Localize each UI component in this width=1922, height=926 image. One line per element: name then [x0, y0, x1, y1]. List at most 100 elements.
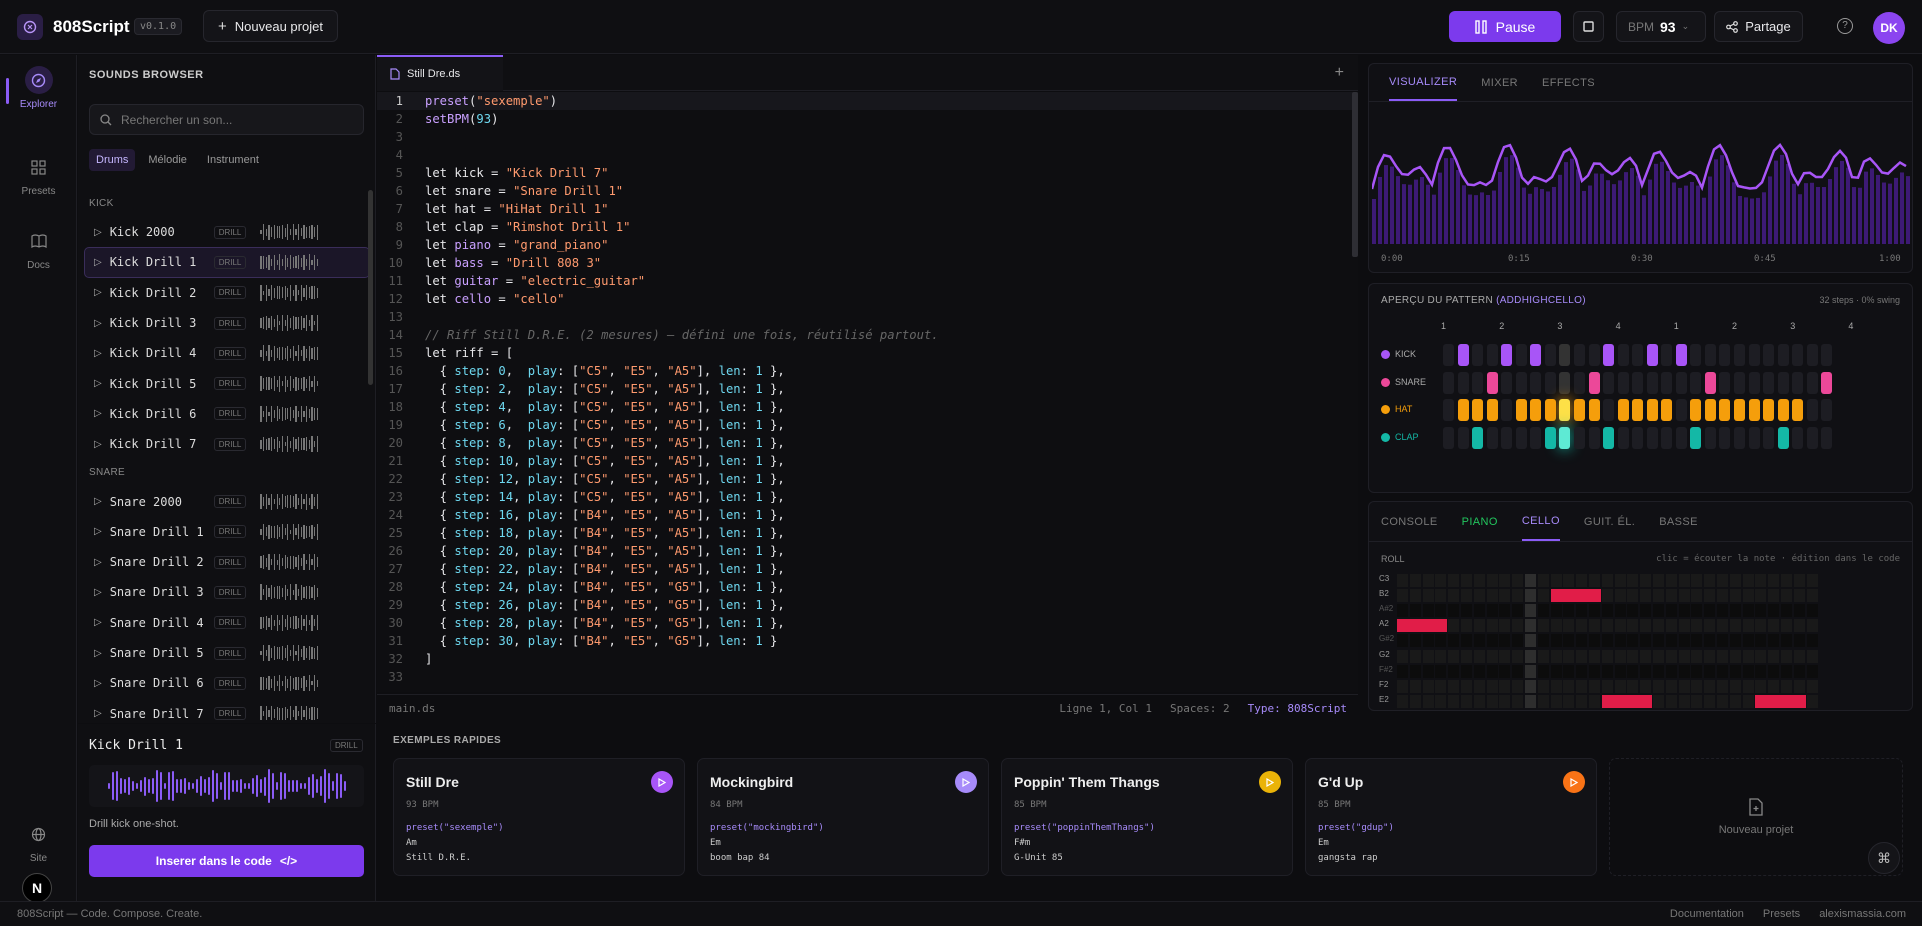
roll-cell[interactable]	[1461, 709, 1472, 710]
pattern-step[interactable]	[1719, 427, 1731, 449]
roll-cell[interactable]	[1614, 574, 1626, 587]
tab-instrument[interactable]: Instrument	[200, 149, 266, 171]
roll-cell[interactable]	[1589, 634, 1600, 648]
pattern-step[interactable]	[1544, 399, 1556, 421]
roll-cell[interactable]	[1627, 709, 1639, 710]
roll-cell[interactable]	[1563, 619, 1575, 633]
roll-cell[interactable]	[1729, 649, 1741, 663]
roll-cell[interactable]	[1409, 574, 1421, 587]
pattern-step[interactable]	[1704, 344, 1716, 366]
roll-cell[interactable]	[1717, 649, 1728, 663]
roll-cell[interactable]	[1499, 709, 1511, 710]
roll-cell[interactable]	[1589, 604, 1600, 618]
roll-cell[interactable]	[1448, 649, 1460, 663]
pattern-step[interactable]	[1472, 344, 1484, 366]
roll-cell[interactable]	[1448, 664, 1460, 678]
roll-cell[interactable]	[1473, 604, 1485, 618]
roll-cell[interactable]	[1537, 634, 1549, 648]
sound-item[interactable]: ▷ Snare Drill 3 DRILL	[84, 577, 370, 607]
roll-cell[interactable]	[1653, 709, 1664, 710]
pattern-step[interactable]	[1443, 399, 1454, 421]
play-icon[interactable]: ▷	[94, 678, 102, 689]
pattern-step[interactable]	[1559, 344, 1571, 366]
roll-cell[interactable]	[1576, 709, 1588, 710]
code-line[interactable]: 26 { step: 20, play: ["B4", "E5", "A5"],…	[377, 542, 1358, 560]
roll-cell[interactable]	[1665, 649, 1677, 663]
piano-key[interactable]: F#2	[1379, 665, 1393, 674]
roll-cell[interactable]	[1627, 619, 1639, 633]
sound-item[interactable]: ▷ Snare Drill 5 DRILL	[84, 638, 370, 668]
roll-cell[interactable]	[1691, 709, 1703, 710]
roll-cell[interactable]	[1563, 694, 1575, 708]
play-icon[interactable]: ▷	[94, 439, 102, 450]
roll-cell[interactable]	[1576, 664, 1588, 678]
roll-cell[interactable]	[1409, 709, 1421, 710]
roll-cell[interactable]	[1729, 634, 1741, 648]
code-line[interactable]: 21 { step: 10, play: ["C5", "E5", "A5"],…	[377, 452, 1358, 470]
roll-cell[interactable]	[1525, 634, 1536, 648]
roll-cell[interactable]	[1601, 589, 1613, 603]
tab-guitar[interactable]: GUIT. ÉL.	[1584, 516, 1635, 528]
roll-cell[interactable]	[1409, 634, 1421, 648]
pattern-step[interactable]	[1588, 399, 1600, 421]
roll-cell[interactable]	[1717, 709, 1728, 710]
app-logo-icon[interactable]	[17, 14, 43, 40]
roll-cell[interactable]	[1665, 709, 1677, 710]
roll-cell[interactable]	[1678, 604, 1690, 618]
roll-cell[interactable]	[1473, 679, 1485, 693]
roll-cell[interactable]	[1653, 679, 1664, 693]
pattern-step[interactable]	[1486, 372, 1498, 394]
roll-cell[interactable]	[1729, 589, 1741, 603]
pattern-step[interactable]	[1806, 399, 1818, 421]
editor-scrollbar[interactable]	[1352, 92, 1358, 257]
roll-cell[interactable]	[1691, 649, 1703, 663]
roll-cell[interactable]	[1409, 589, 1421, 603]
pattern-step[interactable]	[1806, 344, 1818, 366]
footer-link-site[interactable]: alexismassia.com	[1819, 908, 1906, 920]
pattern-step[interactable]	[1661, 399, 1673, 421]
roll-cell[interactable]	[1486, 679, 1498, 693]
roll-cell[interactable]	[1563, 574, 1575, 587]
code-line[interactable]: 27 { step: 22, play: ["B4", "E5", "A5"],…	[377, 560, 1358, 578]
roll-cell[interactable]	[1678, 664, 1690, 678]
roll-cell[interactable]	[1768, 589, 1780, 603]
pattern-step[interactable]	[1515, 399, 1527, 421]
roll-cell[interactable]	[1806, 649, 1818, 663]
pattern-step[interactable]	[1719, 344, 1731, 366]
pattern-step[interactable]	[1559, 399, 1571, 421]
roll-cell[interactable]	[1397, 574, 1408, 587]
roll-cell[interactable]	[1755, 649, 1767, 663]
pattern-step[interactable]	[1443, 427, 1454, 449]
pause-button[interactable]: Pause	[1449, 11, 1561, 42]
pattern-step[interactable]	[1734, 427, 1745, 449]
roll-cell[interactable]	[1793, 589, 1805, 603]
roll-cell[interactable]	[1742, 619, 1754, 633]
roll-cell[interactable]	[1512, 709, 1524, 710]
help-icon[interactable]: ?	[1837, 18, 1853, 34]
roll-cell[interactable]	[1473, 664, 1485, 678]
piano-key[interactable]: D#2	[1379, 710, 1394, 711]
sound-item[interactable]: ▷ Kick Drill 1 DRILL	[84, 247, 370, 278]
tab-melodie[interactable]: Mélodie	[141, 149, 194, 171]
pattern-step[interactable]	[1646, 372, 1658, 394]
roll-cell[interactable]	[1678, 679, 1690, 693]
roll-cell[interactable]	[1589, 619, 1600, 633]
pattern-step[interactable]	[1734, 344, 1745, 366]
roll-cell[interactable]	[1397, 664, 1408, 678]
sound-item[interactable]: ▷ Snare 2000 DRILL	[84, 486, 370, 516]
roll-cell[interactable]	[1448, 694, 1460, 708]
roll-cell[interactable]	[1704, 649, 1716, 663]
roll-cell[interactable]	[1435, 589, 1447, 603]
roll-cell[interactable]	[1537, 664, 1549, 678]
search-box[interactable]	[89, 104, 364, 135]
roll-cell[interactable]	[1589, 694, 1600, 708]
roll-cell[interactable]	[1755, 664, 1767, 678]
pattern-step[interactable]	[1573, 399, 1585, 421]
roll-cell[interactable]	[1473, 709, 1485, 710]
roll-cell[interactable]	[1397, 709, 1408, 710]
pattern-step[interactable]	[1486, 427, 1498, 449]
roll-cell[interactable]	[1422, 574, 1434, 587]
pattern-step[interactable]	[1515, 344, 1527, 366]
roll-cell[interactable]	[1781, 709, 1792, 710]
roll-cell[interactable]	[1525, 679, 1536, 693]
